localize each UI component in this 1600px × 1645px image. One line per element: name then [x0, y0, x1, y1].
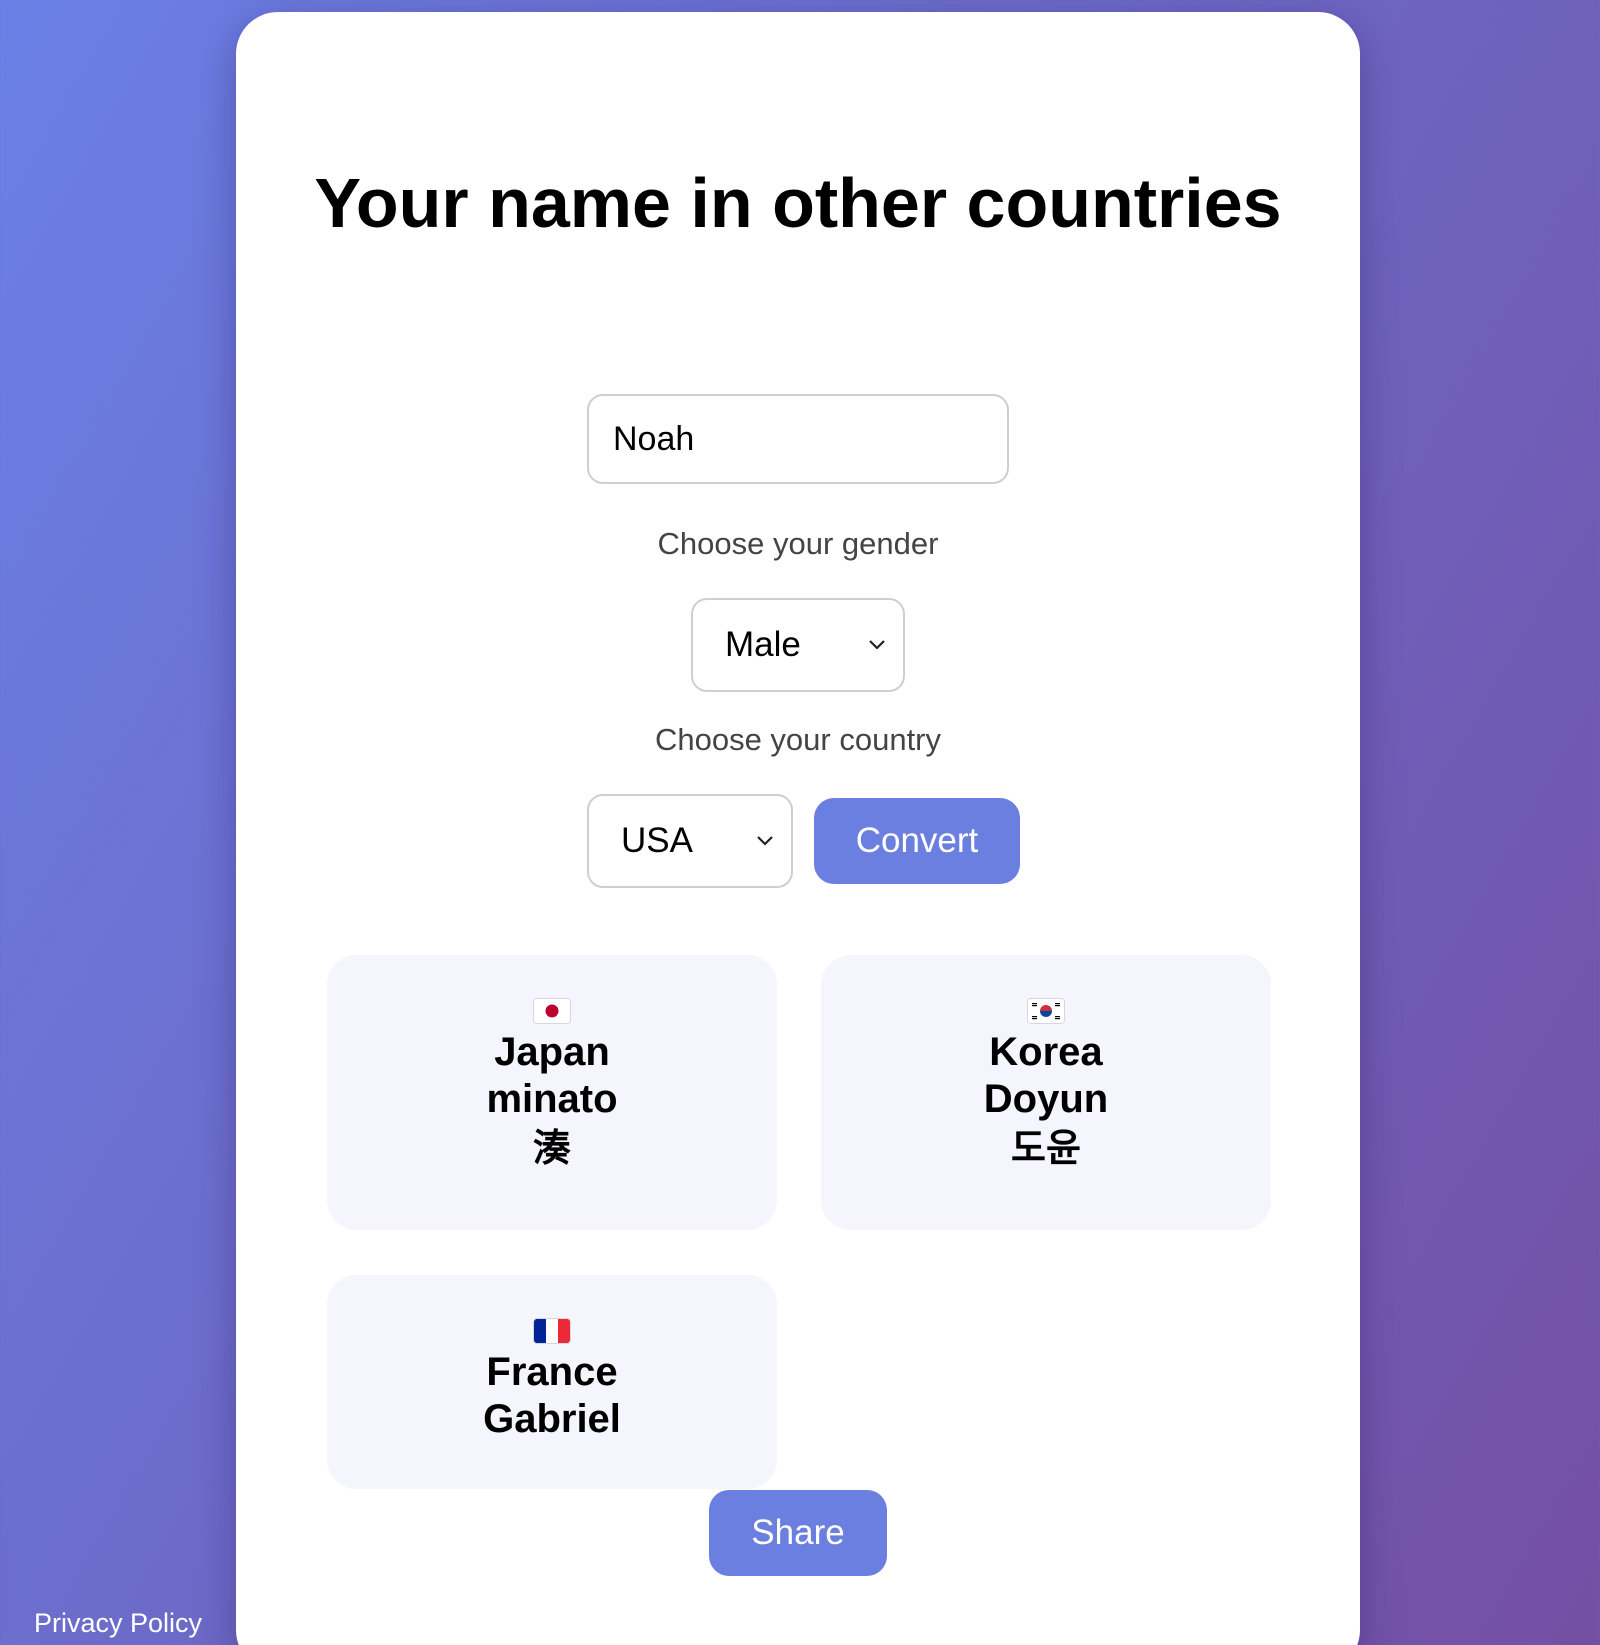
france-flag-icon: [534, 1319, 570, 1343]
japan-flag-icon: [534, 999, 570, 1023]
chevron-down-icon: [867, 635, 887, 655]
country-label: Choose your country: [654, 722, 942, 757]
page-title: Your name in other countries: [314, 164, 1282, 242]
result-country: Korea: [989, 1030, 1103, 1074]
main-card: Your name in other countries Choose your…: [236, 12, 1360, 1645]
result-native-name: 도윤: [1011, 1128, 1081, 1170]
result-card-france: France Gabriel: [327, 1275, 777, 1489]
gender-select[interactable]: Male: [691, 598, 905, 692]
country-select-value: USA: [621, 821, 693, 860]
chevron-down-icon: [755, 831, 775, 851]
result-name: Doyun: [983, 1077, 1109, 1121]
result-country: France: [486, 1350, 618, 1394]
result-name: Gabriel: [483, 1397, 621, 1441]
result-card-korea: Korea Doyun 도윤: [821, 955, 1271, 1230]
country-select[interactable]: USA: [587, 794, 793, 888]
privacy-policy-link[interactable]: Privacy Policy: [34, 1608, 202, 1639]
convert-button[interactable]: Convert: [814, 798, 1020, 884]
result-country: Japan: [494, 1030, 610, 1074]
share-button[interactable]: Share: [709, 1490, 887, 1576]
gender-select-value: Male: [725, 625, 801, 664]
result-native-name: 湊: [532, 1128, 571, 1170]
gender-label: Choose your gender: [657, 526, 939, 561]
name-input[interactable]: [587, 394, 1009, 484]
result-name: minato: [486, 1077, 618, 1121]
korea-flag-icon: [1028, 999, 1064, 1023]
result-card-japan: Japan minato 湊: [327, 955, 777, 1230]
